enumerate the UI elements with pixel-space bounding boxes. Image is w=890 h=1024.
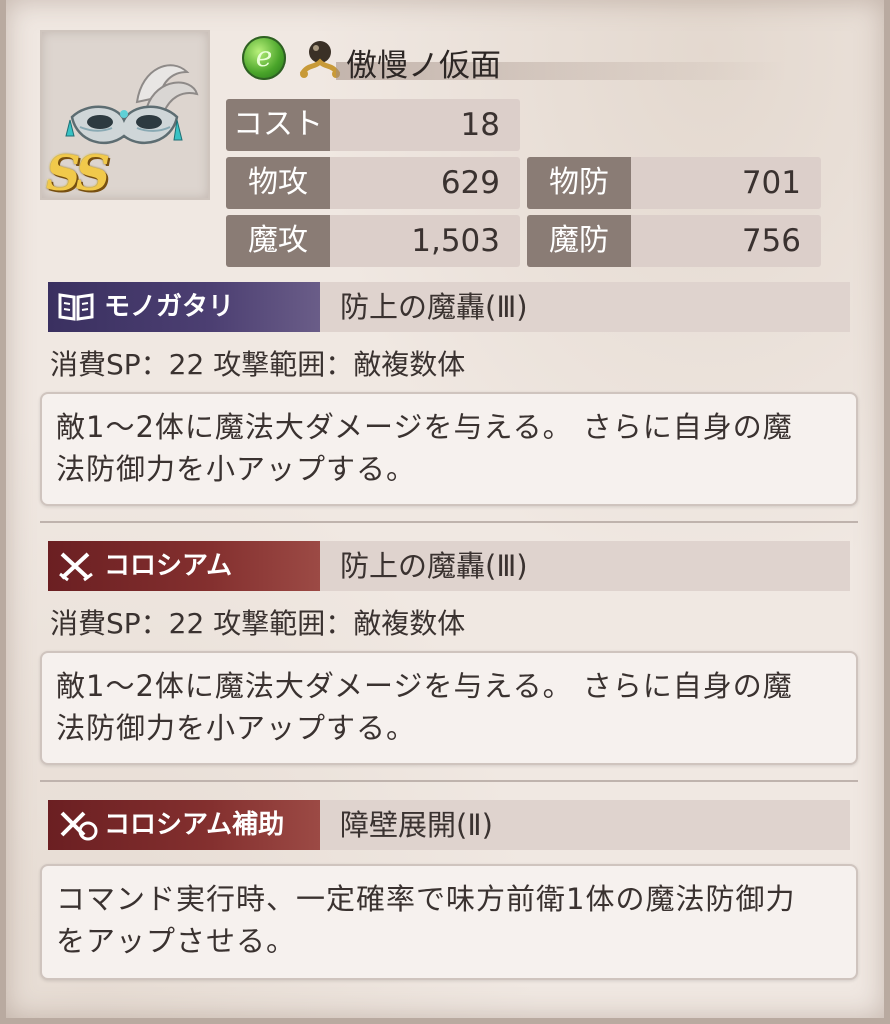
element-letter: e — [255, 40, 273, 73]
desc-line: をアップさせる。 — [56, 924, 297, 958]
skill-header-monogatari: モノガタリ 防上の魔轟(Ⅲ) — [48, 282, 850, 332]
stat-phys-def: 物防 701 — [527, 157, 821, 209]
stat-value: 629 — [440, 165, 500, 201]
skill-tag-label: モノガタリ — [104, 292, 235, 322]
stat-mag-def: 魔防 756 — [527, 215, 821, 267]
crossed-swords-icon — [59, 552, 93, 582]
stat-value: 1,503 — [411, 223, 500, 259]
stat-label: 物攻 — [226, 157, 330, 209]
skill-description-box: 敵1～2体に魔法大ダメージを与える。 さらに自身の魔 法防御力を小アップする。 — [40, 651, 858, 765]
stat-mag-atk: 魔攻 1,503 — [226, 215, 520, 267]
stat-value: 18 — [460, 107, 500, 143]
stat-phys-atk: 物攻 629 — [226, 157, 520, 209]
desc-line: 法防御力を小アップする。 — [56, 711, 417, 745]
wind-element-icon: e — [242, 36, 286, 80]
stat-value: 701 — [741, 165, 801, 201]
desc-line: 敵1～2体に魔法大ダメージを与える。 さらに自身の魔 — [56, 669, 793, 703]
skill-tag: コロシアム — [48, 541, 320, 591]
skill-description-box: コマンド実行時、一定確率で味方前衛1体の魔法防御力 をアップさせる。 — [40, 864, 858, 980]
skill-name: 障壁展開(Ⅱ) — [340, 808, 493, 842]
book-icon — [58, 293, 94, 321]
desc-line: 敵1～2体に魔法大ダメージを与える。 さらに自身の魔 — [56, 410, 793, 444]
skill-description: 敵1～2体に魔法大ダメージを与える。 さらに自身の魔 法防御力を小アップする。 — [56, 406, 846, 490]
stat-label: 魔攻 — [226, 215, 330, 267]
skill-name: 防上の魔轟(Ⅲ) — [340, 549, 528, 583]
skill-description: 敵1～2体に魔法大ダメージを与える。 さらに自身の魔 法防御力を小アップする。 — [56, 665, 846, 749]
crossed-swords-support-icon — [60, 811, 98, 841]
skill-header-colosseum-support: コロシアム補助 障壁展開(Ⅱ) — [48, 800, 850, 850]
desc-line: コマンド実行時、一定確率で味方前衛1体の魔法防御力 — [56, 882, 796, 916]
skill-sp-range: 消費SP：22 攻撃範囲：敵複数体 — [50, 607, 466, 640]
rank-badge: SS — [46, 146, 110, 202]
stat-label: 物防 — [527, 157, 631, 209]
skill-header-colosseum: コロシアム 防上の魔轟(Ⅲ) — [48, 541, 850, 591]
divider — [40, 521, 858, 523]
item-detail-panel: SS e 傲慢ノ仮面 コスト 18 物攻 629 物防 701 魔攻 1,503… — [0, 0, 890, 1024]
skill-tag-label: コロシアム — [104, 551, 233, 581]
stat-label: 魔防 — [527, 215, 631, 267]
divider — [40, 780, 858, 782]
stat-cost: コスト 18 — [226, 99, 520, 151]
skill-sp-range: 消費SP：22 攻撃範囲：敵複数体 — [50, 348, 466, 381]
skill-tag-label: コロシアム補助 — [104, 810, 285, 840]
skill-tag: コロシアム補助 — [48, 800, 320, 850]
stat-label: コスト — [226, 99, 330, 151]
desc-line: 法防御力を小アップする。 — [56, 452, 417, 486]
stat-value: 756 — [741, 223, 801, 259]
skill-tag: モノガタリ — [48, 282, 320, 332]
skill-description: コマンド実行時、一定確率で味方前衛1体の魔法防御力 をアップさせる。 — [56, 878, 846, 962]
skill-description-box: 敵1～2体に魔法大ダメージを与える。 さらに自身の魔 法防御力を小アップする。 — [40, 392, 858, 506]
item-name: 傲慢ノ仮面 — [346, 48, 501, 84]
skill-name: 防上の魔轟(Ⅲ) — [340, 290, 528, 324]
